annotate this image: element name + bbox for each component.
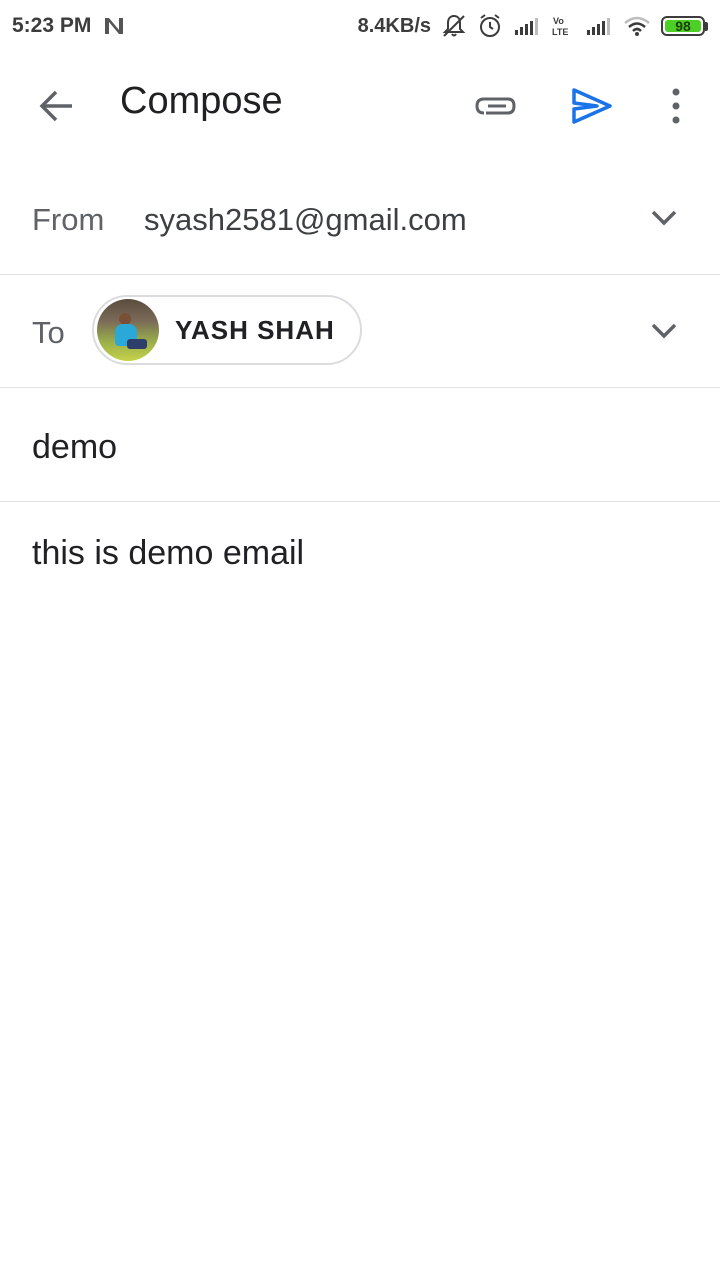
to-expand-button[interactable] [646,313,682,349]
app-bar: Compose [0,52,720,160]
battery-cap [705,21,708,31]
send-button[interactable] [566,82,618,130]
send-icon [572,88,612,124]
back-button[interactable] [32,86,80,126]
volte-icon: Vo LTE [551,14,575,38]
status-time: 5:23 PM [12,14,92,37]
svg-text:LTE: LTE [552,27,568,37]
from-row: From syash2581@gmail.com [0,162,720,275]
page-title: Compose [120,80,283,122]
from-address[interactable]: syash2581@gmail.com [144,202,467,238]
status-bar: 5:23 PM 8.4KB/s Vo LTE 98 [0,0,720,52]
battery-level: 98 [675,18,691,34]
more-vert-icon [672,88,680,124]
to-label: To [32,315,65,350]
recipient-name: YASH SHAH [175,314,335,345]
battery-body: 98 [661,16,705,36]
to-row: To YASH SHAH [0,275,720,388]
subject-field[interactable]: demo [0,388,720,502]
status-bar-left: 5:23 PM [12,14,125,38]
more-options-button[interactable] [660,82,692,130]
subject-text: demo [32,428,118,466]
wifi-icon [623,15,651,37]
arrow-back-icon [39,90,72,122]
chevron-down-icon [651,210,677,226]
svg-text:Vo: Vo [553,16,564,26]
from-label: From [32,202,105,237]
signal-icon-2 [585,16,613,36]
status-bar-right: 8.4KB/s Vo LTE 98 [358,13,708,39]
battery-icon: 98 [661,16,708,36]
signal-icon [513,16,541,36]
paperclip-icon [475,97,516,115]
attach-button[interactable] [470,84,522,128]
notification-muted-icon [441,13,467,39]
chevron-down-icon [651,323,677,339]
from-expand-button[interactable] [646,200,682,236]
recipient-chip[interactable]: YASH SHAH [92,295,362,365]
avatar [97,299,159,361]
body-field[interactable]: this is demo email [32,534,304,573]
alarm-icon [477,13,503,39]
n-logo-icon [103,16,125,36]
network-speed: 8.4KB/s [357,14,431,37]
avatar-person-legs [127,339,147,349]
